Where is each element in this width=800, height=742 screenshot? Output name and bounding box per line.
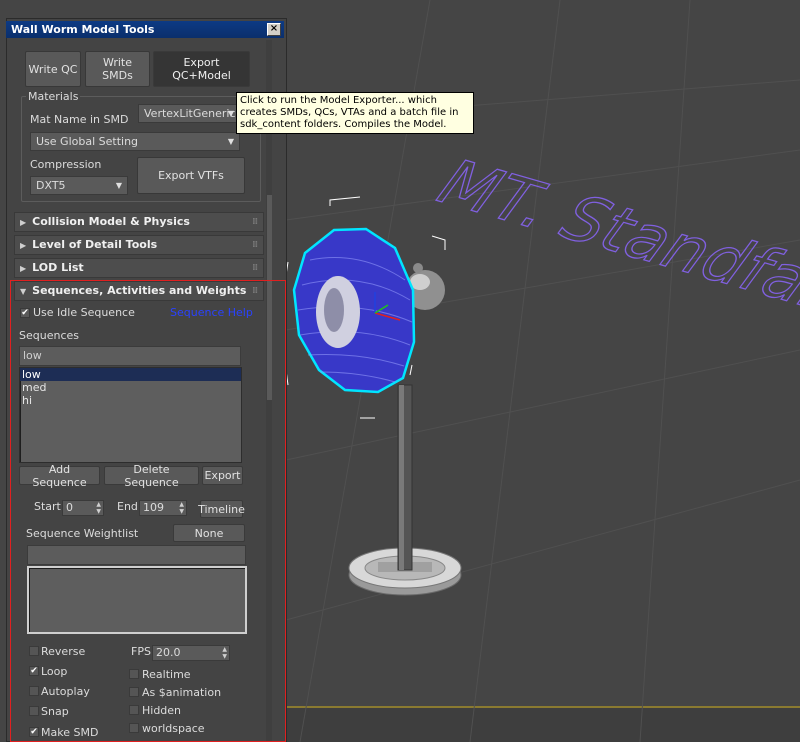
realtime-checkbox[interactable]	[129, 669, 139, 679]
chevron-down-icon: ▼	[227, 109, 234, 118]
weightlist-listbox[interactable]	[27, 566, 247, 634]
rollout-collision-model[interactable]: ▶ Collision Model & Physics ⁞⁞	[14, 212, 264, 232]
shader-dropdown-value: VertexLitGeneric	[144, 107, 236, 120]
list-item[interactable]: med	[20, 381, 241, 394]
hidden-checkbox[interactable]	[129, 705, 139, 715]
export-qc-model-button[interactable]: Export QC+Model	[153, 51, 250, 87]
triangle-right-icon: ▶	[20, 218, 27, 227]
weightlist-field[interactable]	[27, 545, 246, 565]
sequence-name-field[interactable]: low	[19, 346, 241, 366]
sequence-help-link[interactable]: Sequence Help	[170, 306, 253, 319]
global-setting-dropdown[interactable]: Use Global Setting ▼	[30, 132, 240, 151]
materials-group-label: Materials	[26, 90, 81, 103]
grip-icon: ⁞⁞	[252, 240, 258, 250]
fps-spinner[interactable]: 20.0 ▲ ▼	[152, 645, 230, 661]
autoplay-checkbox[interactable]	[29, 686, 39, 696]
rollout-lod-list[interactable]: ▶ LOD List ⁞⁞	[14, 258, 264, 278]
make-smd-checkbox[interactable]: ✔	[29, 727, 39, 737]
use-idle-label: Use Idle Sequence	[33, 306, 135, 319]
mat-name-label: Mat Name in SMD	[30, 113, 129, 126]
export-vtfs-button[interactable]: Export VTFs	[137, 157, 245, 194]
panel-title[interactable]: Wall Worm Model Tools	[6, 21, 284, 38]
make-smd-label: Make SMD	[41, 726, 99, 739]
fps-value: 20.0	[156, 646, 181, 659]
rollout-label: Collision Model & Physics	[32, 215, 190, 228]
spinner-arrows-icon: ▲ ▼	[222, 646, 227, 660]
end-spinner[interactable]: 109 ▲ ▼	[139, 500, 187, 516]
check-icon: ✔	[30, 727, 38, 737]
loop-label: Loop	[41, 665, 68, 678]
write-smds-button[interactable]: Write SMDs	[85, 51, 150, 87]
export-sequence-button[interactable]: Export	[202, 466, 243, 485]
worldspace-checkbox[interactable]	[129, 723, 139, 733]
reverse-label: Reverse	[41, 645, 86, 658]
timeline-button[interactable]: Timeline	[198, 500, 245, 518]
sequences-list-label: Sequences	[19, 329, 79, 342]
grip-icon: ⁞⁞	[252, 217, 258, 227]
compression-dropdown[interactable]: DXT5 ▼	[30, 176, 128, 195]
rollout-label: Level of Detail Tools	[32, 238, 158, 251]
start-spinner[interactable]: 0 ▲ ▼	[62, 500, 104, 516]
fps-label: FPS	[131, 645, 151, 658]
spinner-arrows-icon: ▲ ▼	[179, 501, 184, 515]
start-value: 0	[66, 501, 73, 514]
global-setting-value: Use Global Setting	[36, 135, 139, 148]
start-label: Start	[34, 500, 61, 513]
worldspace-label: worldspace	[142, 722, 205, 735]
weightlist-label: Sequence Weightlist	[26, 527, 139, 540]
rollout-label: LOD List	[32, 261, 84, 274]
end-value: 109	[143, 501, 164, 514]
autoplay-label: Autoplay	[41, 685, 90, 698]
end-label: End	[117, 500, 138, 513]
chevron-down-icon: ▼	[115, 181, 122, 190]
check-icon: ✔	[30, 666, 38, 676]
compression-label: Compression	[30, 158, 102, 171]
add-sequence-button[interactable]: Add Sequence	[19, 463, 100, 489]
close-button[interactable]: ×	[267, 23, 281, 36]
triangle-right-icon: ▶	[20, 241, 27, 250]
shader-dropdown[interactable]: VertexLitGeneric ▼	[138, 104, 240, 123]
weightlist-none-button[interactable]: None	[173, 524, 245, 542]
chevron-down-icon: ▼	[227, 137, 234, 146]
viewport-3d-text: MT. Standfan...	[427, 146, 800, 345]
list-item[interactable]: low	[20, 368, 241, 381]
grip-icon: ⁞⁞	[252, 263, 258, 273]
use-idle-checkbox[interactable]: ✔	[20, 308, 30, 318]
write-qc-button[interactable]: Write QC	[25, 51, 81, 87]
reverse-checkbox[interactable]	[29, 646, 39, 656]
spinner-arrows-icon: ▲ ▼	[96, 501, 101, 515]
sequences-listbox[interactable]: low med hi	[19, 367, 242, 463]
triangle-right-icon: ▶	[20, 264, 27, 273]
snap-checkbox[interactable]	[29, 706, 39, 716]
loop-checkbox[interactable]: ✔	[29, 666, 39, 676]
rollout-level-of-detail[interactable]: ▶ Level of Detail Tools ⁞⁞	[14, 235, 264, 255]
hidden-label: Hidden	[142, 704, 182, 717]
snap-label: Snap	[41, 705, 69, 718]
realtime-label: Realtime	[142, 668, 191, 681]
check-icon: ✔	[21, 308, 29, 318]
delete-sequence-button[interactable]: Delete Sequence	[104, 463, 199, 489]
compression-value: DXT5	[36, 179, 66, 192]
list-item[interactable]: hi	[20, 394, 241, 407]
export-tooltip: Click to run the Model Exporter... which…	[236, 92, 474, 134]
as-animation-checkbox[interactable]	[129, 687, 139, 697]
as-animation-label: As $animation	[142, 686, 222, 699]
